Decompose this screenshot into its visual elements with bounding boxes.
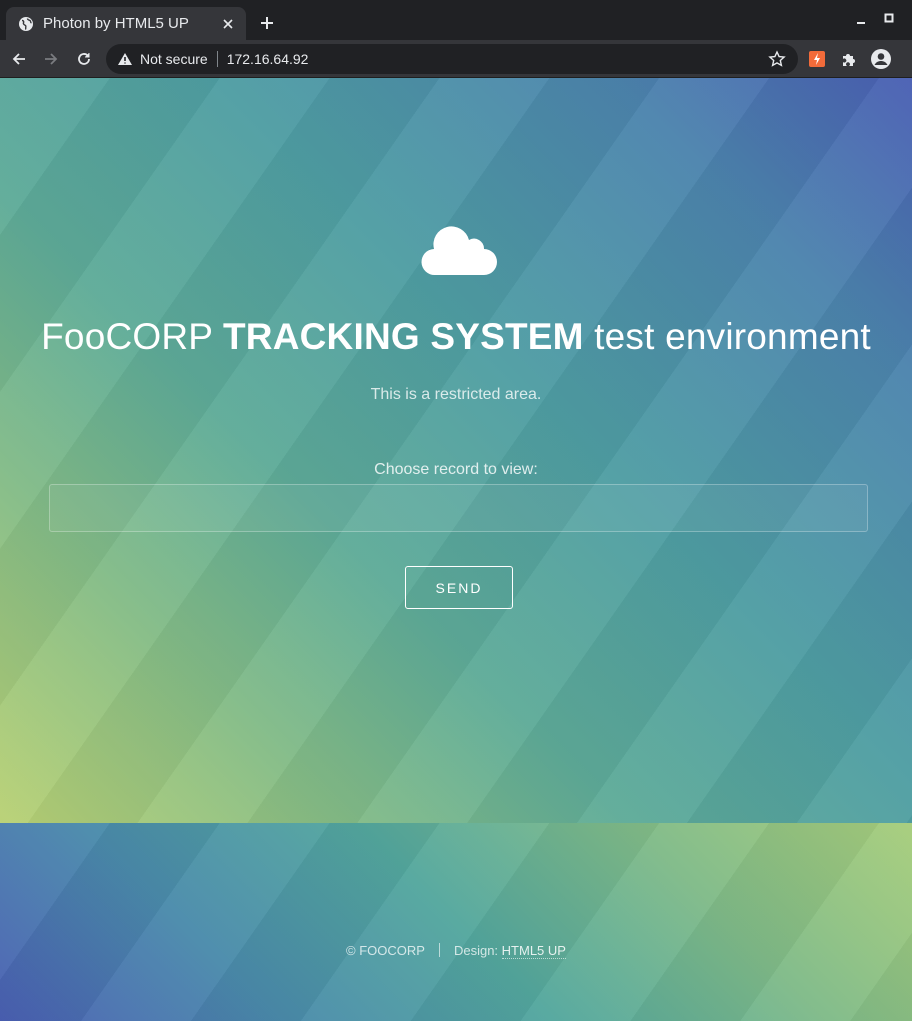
globe-icon [18, 16, 34, 32]
design-link[interactable]: HTML5 UP [501, 943, 566, 959]
record-input[interactable] [49, 484, 868, 532]
extensions-puzzle-icon[interactable] [840, 50, 858, 68]
send-button[interactable]: SEND [405, 566, 513, 609]
title-prefix: FooCORP [41, 316, 213, 357]
browser-toolbar: Not secure 172.16.64.92 [0, 40, 912, 78]
design-label: Design: [453, 943, 499, 958]
address-bar[interactable]: Not secure 172.16.64.92 [106, 44, 798, 74]
footer-credits: © FOOCORP Design: HTML5 UP [0, 943, 912, 959]
back-arrow-icon[interactable] [9, 49, 29, 69]
subtitle: This is a restricted area. [370, 386, 542, 403]
bookmark-star-icon[interactable] [768, 50, 786, 68]
tab-title: Photon by HTML5 UP [43, 15, 189, 32]
title-bold: TRACKING SYSTEM [222, 316, 584, 357]
new-tab-button[interactable] [256, 12, 278, 34]
browser-tab-bar: Photon by HTML5 UP [0, 0, 912, 40]
browser-tab[interactable]: Photon by HTML5 UP [6, 7, 246, 40]
maximize-icon[interactable] [881, 10, 897, 26]
footer-section [0, 823, 912, 1021]
cloud-icon [421, 226, 497, 276]
title-suffix: test environment [594, 316, 871, 357]
address-separator [216, 51, 218, 67]
hero-section: FooCORP TRACKING SYSTEM test environment… [0, 78, 912, 823]
copyright-text: © FOOCORP [346, 943, 425, 958]
close-tab-icon[interactable] [220, 16, 236, 32]
page-title: FooCORP TRACKING SYSTEM test environment [0, 316, 912, 358]
forward-arrow-icon[interactable] [41, 49, 61, 69]
footer-divider [438, 943, 440, 957]
reload-icon[interactable] [74, 49, 94, 69]
extension-lightning-icon[interactable] [808, 50, 826, 68]
url-text[interactable]: 172.16.64.92 [227, 51, 768, 67]
web-page: FooCORP TRACKING SYSTEM test environment… [0, 78, 912, 1021]
profile-avatar-icon[interactable] [870, 48, 892, 70]
minimize-icon[interactable] [853, 12, 869, 28]
security-label[interactable]: Not secure [140, 51, 208, 67]
record-label: Choose record to view: [374, 461, 538, 478]
warning-icon [117, 51, 133, 67]
